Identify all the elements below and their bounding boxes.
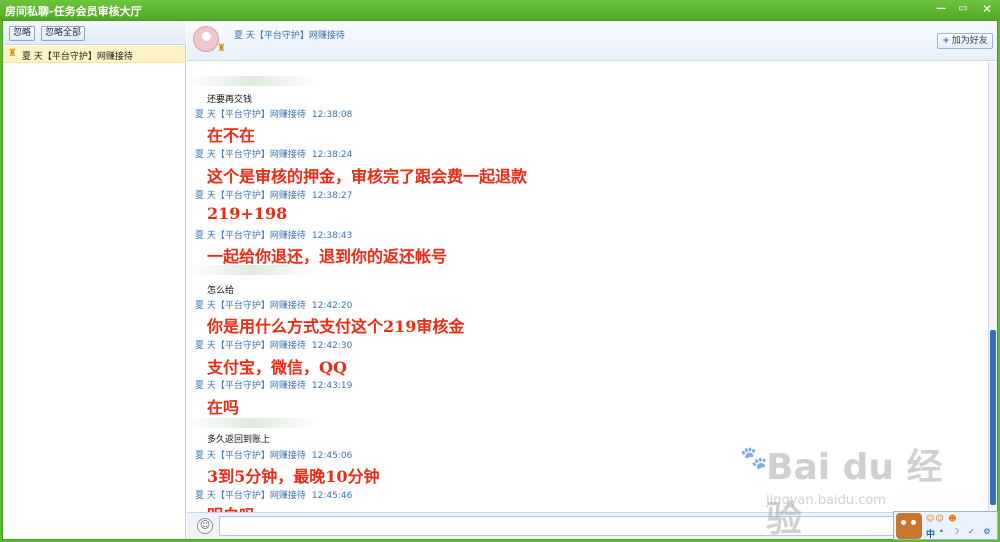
message-meta: 夏 天【平台守护】网赚接待 12:42:30	[195, 338, 352, 351]
scrollbar-thumb[interactable]	[990, 330, 996, 505]
message-time: 12:45:46	[311, 491, 353, 501]
ime-tools[interactable]: • ☽ ✓ ⚙	[939, 527, 993, 536]
chat-header: ♜ 夏 天【平台守护】网赚接待 + 加为好友	[187, 21, 997, 61]
user-badge-icon: ♜	[8, 48, 17, 59]
message-sender: 夏 天【平台守护】网赚接待	[195, 191, 306, 201]
ime-status: ☺☺ ☻	[926, 514, 958, 523]
message-time: 12:45:06	[311, 451, 353, 461]
avatar[interactable]	[193, 26, 219, 52]
received-message: 怎么给	[207, 286, 235, 296]
message-meta: 夏 天【平台守护】网赚接待 12:45:06	[195, 448, 352, 461]
sent-message: 这个是审核的押金，审核完了跟会费一起退款	[207, 167, 528, 186]
message-sender: 夏 天【平台守护】网赚接待	[195, 150, 306, 160]
user-badge-icon: ♜	[217, 43, 226, 54]
sent-message: 一起给你退还，退到你的返还帐号	[207, 247, 448, 266]
chat-partner-name: 夏 天【平台守护】网赚接待	[234, 31, 345, 41]
sent-message: 3到5分钟，最晚10分钟	[207, 467, 380, 486]
contact-name: 夏 天【平台守护】网赚接待	[22, 52, 133, 62]
smiley-icon[interactable]: ☺	[197, 518, 213, 534]
close-button[interactable]: ✕	[976, 2, 998, 16]
message-separator	[187, 76, 317, 86]
maximize-button[interactable]: ▭	[954, 2, 972, 16]
message-scrollbar[interactable]	[988, 62, 997, 512]
message-time: 12:43:19	[311, 381, 353, 391]
ignore-all-button[interactable]: 忽略全部	[41, 26, 86, 41]
message-separator	[187, 418, 317, 428]
contact-panel: 忽略 忽略全部 ♜ 夏 天【平台守护】网赚接待	[3, 21, 186, 539]
received-message: 多久返回到账上	[207, 435, 271, 445]
ime-mode[interactable]: 中	[926, 527, 935, 540]
sent-message: 支付宝，微信，QQ	[207, 358, 347, 377]
ime-toolbar[interactable]: ☺☺ ☻ 中 • ☽ ✓ ⚙	[893, 511, 998, 540]
message-time: 12:38:24	[311, 150, 353, 160]
sent-message: 在不在	[207, 126, 256, 145]
title-bar: 房间私聊-任务会员审核大厅 — ▭ ✕	[0, 0, 1000, 20]
message-time: 12:42:20	[311, 301, 353, 311]
message-time: 12:42:30	[311, 341, 353, 351]
message-sender: 夏 天【平台守护】网赚接待	[195, 491, 306, 501]
message-meta: 夏 天【平台守护】网赚接待 12:43:19	[195, 378, 352, 391]
ignore-button[interactable]: 忽略	[9, 26, 36, 41]
message-sender: 夏 天【平台守护】网赚接待	[195, 381, 306, 391]
contact-toolbar: 忽略 忽略全部	[3, 21, 186, 45]
window-title: 房间私聊-任务会员审核大厅	[5, 5, 142, 18]
ime-mascot-icon	[896, 513, 922, 539]
sent-message: 219+198	[207, 204, 288, 223]
minimize-button[interactable]: —	[932, 2, 950, 16]
message-meta: 夏 天【平台守护】网赚接待 12:45:46	[195, 488, 352, 501]
message-sender: 夏 天【平台守护】网赚接待	[195, 301, 306, 311]
contact-item[interactable]: ♜ 夏 天【平台守护】网赚接待	[3, 46, 185, 63]
sent-message: 明白吗	[207, 502, 255, 512]
message-time: 12:38:08	[311, 110, 353, 120]
watermark: 🐾 Bai du 经验 jingyan.baidu.com	[740, 430, 970, 540]
message-meta: 夏 天【平台守护】网赚接待 12:38:24	[195, 147, 352, 160]
message-meta: 夏 天【平台守护】网赚接待 12:38:08	[195, 107, 352, 120]
add-friend-label: 加为好友	[951, 36, 988, 46]
message-meta: 夏 天【平台守护】网赚接待 12:42:20	[195, 298, 352, 311]
message-sender: 夏 天【平台守护】网赚接待	[195, 451, 306, 461]
watermark-sub: jingyan.baidu.com	[766, 493, 886, 508]
message-sender: 夏 天【平台守护】网赚接待	[195, 110, 306, 120]
message-meta: 夏 天【平台守护】网赚接待 12:38:27	[195, 188, 352, 201]
paw-icon: 🐾	[740, 446, 768, 471]
message-meta: 夏 天【平台守护】网赚接待 12:38:43	[195, 228, 352, 241]
sent-message: 在吗	[207, 398, 240, 417]
message-sender: 夏 天【平台守护】网赚接待	[195, 231, 306, 241]
message-time: 12:38:43	[311, 231, 353, 241]
message-sender: 夏 天【平台守护】网赚接待	[195, 341, 306, 351]
add-friend-button[interactable]: + 加为好友	[937, 33, 993, 49]
sent-message: 你是用什么方式支付这个219审核金	[207, 317, 465, 336]
message-time: 12:38:27	[311, 191, 353, 201]
received-message: 还要再交钱	[207, 95, 253, 105]
plus-icon: +	[942, 36, 950, 46]
